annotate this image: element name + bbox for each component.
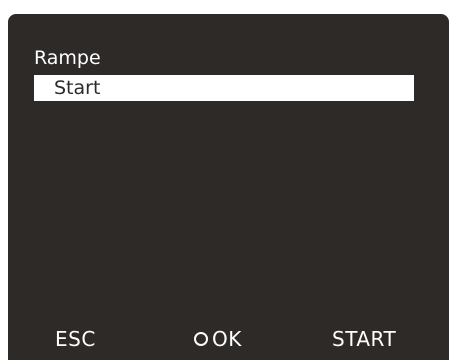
start-label: START	[332, 327, 397, 351]
ok-label: OK	[212, 327, 242, 351]
ok-button[interactable]: OK	[194, 324, 242, 354]
ring-icon	[194, 331, 208, 346]
display-panel: Rampe Start ESC OK START	[8, 14, 449, 360]
softkey-bar: ESC OK START	[8, 316, 449, 360]
menu-item-label: Start	[54, 77, 101, 99]
device-screen: Rampe Start ESC OK START	[0, 0, 457, 360]
menu-item-start[interactable]: Start	[34, 75, 414, 101]
esc-button[interactable]: ESC	[55, 324, 96, 354]
start-button[interactable]: START	[332, 324, 396, 354]
esc-label: ESC	[55, 327, 96, 351]
menu-title: Rampe	[34, 47, 101, 69]
